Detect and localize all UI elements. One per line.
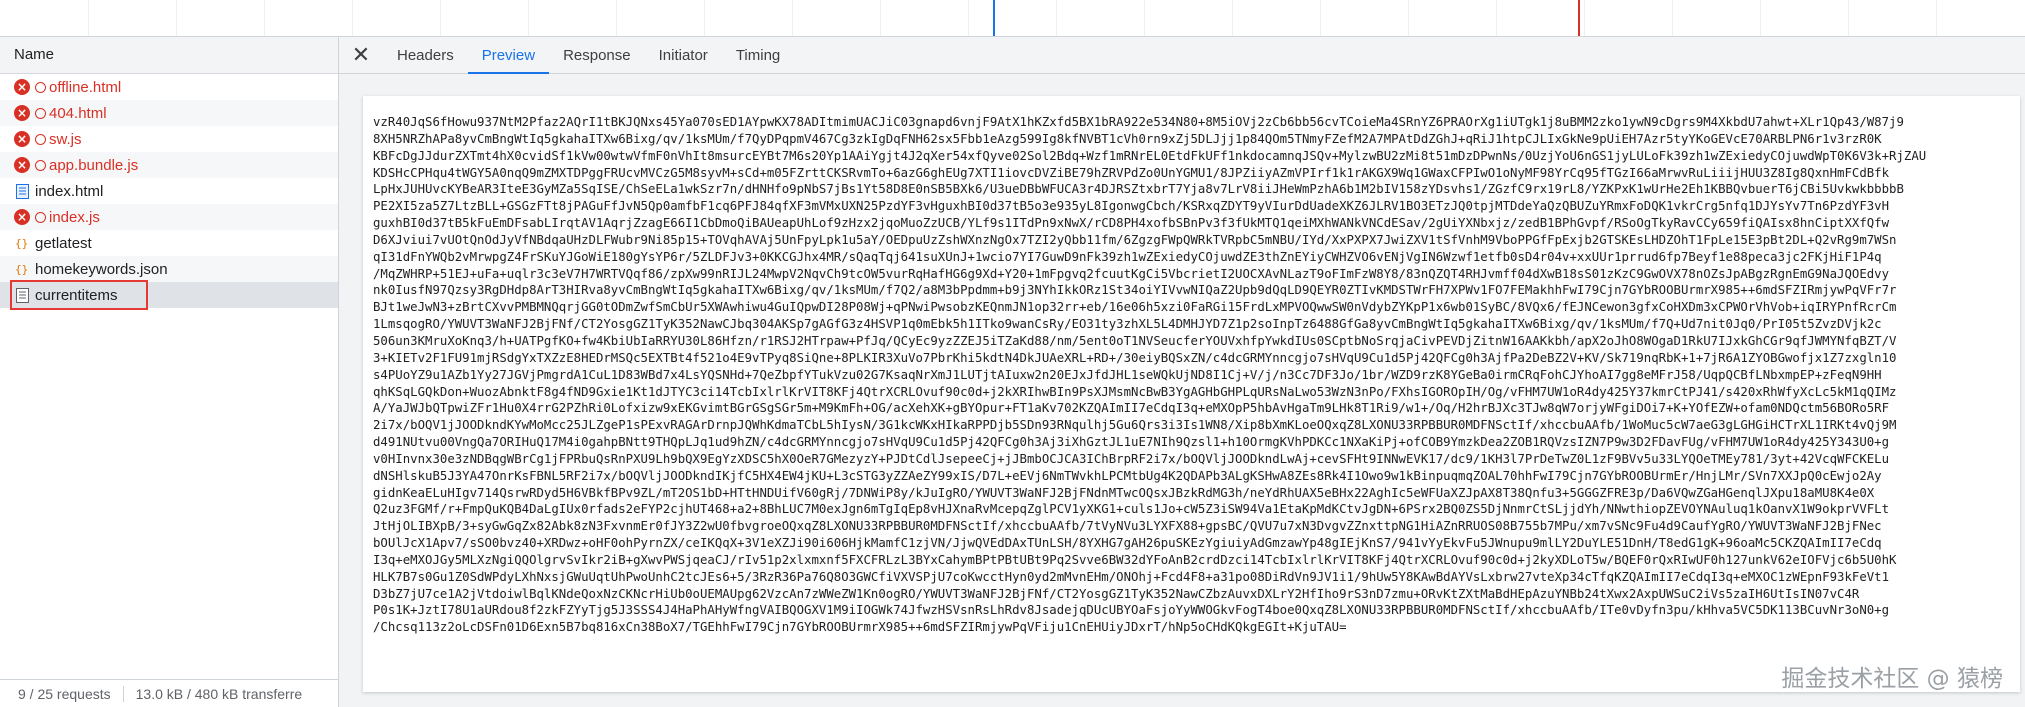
request-name: app.bundle.js (49, 156, 139, 174)
document-icon (14, 287, 30, 303)
response-preview-text: vzR40JqS6fHowu937NtM2Pfaz2AQrI1tBKJQNxs4… (373, 115, 1927, 635)
tab-response[interactable]: Response (549, 37, 645, 73)
request-name: index.js (49, 208, 100, 226)
timeline-gridline (968, 0, 969, 36)
request-name: index.html (35, 182, 104, 200)
detail-tab-bar: ✕ Headers Preview Response Initiator Tim… (339, 37, 2025, 74)
request-row-404-html[interactable]: × 404.html (0, 100, 338, 126)
tab-headers[interactable]: Headers (383, 37, 468, 73)
error-ring-icon (35, 81, 46, 93)
request-name: homekeywords.json (35, 260, 168, 278)
request-row-index-html[interactable]: index.html (0, 178, 338, 204)
request-name: getlatest (35, 234, 92, 252)
svg-text:{}: {} (15, 237, 28, 250)
timeline-gridline (616, 0, 617, 36)
timeline-gridline (704, 0, 705, 36)
request-row-sw-js[interactable]: × sw.js (0, 126, 338, 152)
error-ring-icon (35, 107, 46, 119)
timeline-gridline (1496, 0, 1497, 36)
tab-initiator[interactable]: Initiator (645, 37, 722, 73)
request-row-currentitems[interactable]: currentitems (0, 280, 338, 310)
timeline-gridline (88, 0, 89, 36)
timeline-gridline (352, 0, 353, 36)
request-name: offline.html (49, 78, 122, 96)
timeline-gridline (880, 0, 881, 36)
transferred-size: 13.0 kB / 480 kB transferre (135, 685, 303, 702)
error-icon: × (14, 209, 30, 225)
timeline-gridline (1144, 0, 1145, 36)
timeline-gridline (792, 0, 793, 36)
timeline-gridline (440, 0, 441, 36)
timeline-gridline (1320, 0, 1321, 36)
timeline-gridline (1232, 0, 1233, 36)
timeline-gridline (1848, 0, 1849, 36)
timeline-gridline (1936, 0, 1937, 36)
timeline-gridline (176, 0, 177, 36)
request-row-app-bundle-js[interactable]: × app.bundle.js (0, 152, 338, 178)
watermark: 掘金技术社区 @ 猿榜 (1781, 666, 2003, 692)
close-icon[interactable]: ✕ (339, 37, 383, 73)
error-ring-icon (35, 133, 46, 145)
request-row-offline-html[interactable]: × offline.html (0, 74, 338, 100)
request-row-index-js[interactable]: × index.js (0, 204, 338, 230)
network-status-bar: 9 / 25 requests 13.0 kB / 480 kB transfe… (0, 679, 338, 707)
request-name: currentitems (35, 286, 118, 304)
tab-preview[interactable]: Preview (467, 37, 550, 74)
network-timeline-overview[interactable] (0, 0, 2025, 37)
error-icon: × (14, 105, 30, 121)
request-name: sw.js (49, 130, 82, 148)
dom-content-loaded-marker (993, 0, 995, 36)
tab-timing[interactable]: Timing (722, 37, 794, 73)
timeline-gridline (1584, 0, 1585, 36)
error-ring-icon (35, 211, 46, 223)
request-row-getlatest[interactable]: {} getlatest (0, 230, 338, 256)
fetch-icon: {} (14, 235, 30, 251)
timeline-gridline (264, 0, 265, 36)
load-event-marker (1578, 0, 1580, 36)
error-icon: × (14, 157, 30, 173)
request-count: 9 / 25 requests (18, 685, 111, 702)
timeline-gridline (1408, 0, 1409, 36)
request-name: 404.html (49, 104, 107, 122)
error-ring-icon (35, 159, 46, 171)
svg-text:{}: {} (15, 263, 28, 276)
timeline-gridline (1760, 0, 1761, 36)
document-icon (14, 183, 30, 199)
error-icon: × (14, 79, 30, 95)
fetch-icon: {} (14, 261, 30, 277)
request-list: × offline.html × 404.html × sw.js × app.… (0, 74, 338, 310)
preview-panel[interactable]: vzR40JqS6fHowu937NtM2Pfaz2AQrI1tBKJQNxs4… (363, 96, 2020, 692)
timeline-gridline (1056, 0, 1057, 36)
timeline-gridline (1672, 0, 1673, 36)
error-icon: × (14, 131, 30, 147)
timeline-gridline (528, 0, 529, 36)
name-column-header[interactable]: Name (0, 37, 338, 74)
request-list-panel: Name × offline.html × 404.html × sw.js ×… (0, 37, 339, 707)
status-divider (122, 685, 124, 702)
request-row-homekeywords-json[interactable]: {} homekeywords.json (0, 256, 338, 282)
